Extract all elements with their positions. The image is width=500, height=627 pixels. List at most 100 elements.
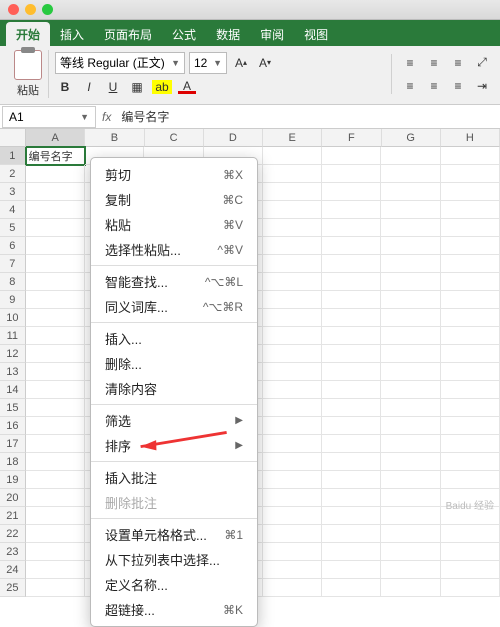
cell[interactable] (26, 435, 85, 453)
cell[interactable] (263, 291, 322, 309)
cell[interactable] (263, 399, 322, 417)
cell[interactable] (263, 273, 322, 291)
cell[interactable] (26, 327, 85, 345)
font-size-select[interactable]: 12▼ (189, 52, 227, 74)
cell[interactable] (381, 201, 440, 219)
cell[interactable] (322, 381, 381, 399)
row-header[interactable]: 11 (0, 327, 26, 345)
cell[interactable] (381, 561, 440, 579)
fill-color-button[interactable]: ab (151, 77, 173, 97)
cell[interactable] (322, 237, 381, 255)
row-header[interactable]: 5 (0, 219, 26, 237)
cell[interactable] (381, 489, 440, 507)
menu-cut[interactable]: 剪切⌘X (91, 162, 257, 187)
cell[interactable] (322, 219, 381, 237)
cell[interactable] (263, 471, 322, 489)
cell[interactable] (263, 327, 322, 345)
row-header[interactable]: 24 (0, 561, 26, 579)
cell[interactable] (441, 417, 500, 435)
cell[interactable] (322, 273, 381, 291)
cell[interactable] (381, 525, 440, 543)
cell[interactable] (381, 507, 440, 525)
cell[interactable] (26, 309, 85, 327)
cell[interactable] (381, 291, 440, 309)
cell[interactable] (263, 255, 322, 273)
align-top-button[interactable]: ≡ (400, 53, 420, 73)
increase-font-button[interactable]: A▴ (231, 53, 251, 73)
cell[interactable] (26, 291, 85, 309)
tab-page-layout[interactable]: 页面布局 (94, 22, 162, 46)
cell[interactable] (26, 399, 85, 417)
cell[interactable] (381, 327, 440, 345)
menu-paste[interactable]: 粘贴⌘V (91, 212, 257, 237)
cell[interactable] (26, 507, 85, 525)
cell[interactable] (26, 273, 85, 291)
cell[interactable] (263, 543, 322, 561)
tab-home[interactable]: 开始 (6, 22, 50, 46)
cell[interactable] (26, 201, 85, 219)
cell[interactable] (322, 561, 381, 579)
column-header[interactable]: F (322, 129, 381, 147)
cell[interactable] (26, 237, 85, 255)
cell[interactable] (381, 309, 440, 327)
row-header[interactable]: 18 (0, 453, 26, 471)
menu-clear[interactable]: 清除内容 (91, 376, 257, 401)
cell[interactable] (441, 453, 500, 471)
cell[interactable] (26, 561, 85, 579)
font-name-select[interactable]: 等线 Regular (正文)▼ (55, 52, 185, 74)
cell[interactable] (322, 363, 381, 381)
cell[interactable] (441, 471, 500, 489)
cell[interactable] (441, 327, 500, 345)
row-header[interactable]: 7 (0, 255, 26, 273)
cell[interactable] (263, 417, 322, 435)
cell[interactable] (381, 399, 440, 417)
menu-delete[interactable]: 删除... (91, 351, 257, 376)
cell[interactable] (263, 183, 322, 201)
row-header[interactable]: 21 (0, 507, 26, 525)
row-header[interactable]: 16 (0, 417, 26, 435)
select-all-corner[interactable] (0, 129, 26, 147)
cell[interactable] (441, 291, 500, 309)
orientation-button[interactable]: ⤢ (472, 53, 492, 73)
align-bottom-button[interactable]: ≡ (448, 53, 468, 73)
column-header[interactable]: B (85, 129, 144, 147)
cell[interactable] (26, 471, 85, 489)
cell[interactable] (322, 399, 381, 417)
row-header[interactable]: 1 (0, 147, 26, 165)
cell[interactable] (322, 255, 381, 273)
row-header[interactable]: 14 (0, 381, 26, 399)
row-header[interactable]: 19 (0, 471, 26, 489)
row-header[interactable]: 10 (0, 309, 26, 327)
column-header[interactable]: D (204, 129, 263, 147)
cell[interactable] (26, 219, 85, 237)
formula-input[interactable]: 编号名字 (117, 108, 173, 125)
row-header[interactable]: 13 (0, 363, 26, 381)
cell[interactable] (26, 381, 85, 399)
cell[interactable] (26, 345, 85, 363)
menu-smart-lookup[interactable]: 智能查找...^⌥⌘L (91, 269, 257, 294)
align-center-button[interactable]: ≡ (424, 76, 444, 96)
column-header[interactable]: A (26, 129, 85, 147)
column-header[interactable]: G (382, 129, 441, 147)
row-header[interactable]: 22 (0, 525, 26, 543)
paste-button[interactable]: 粘贴 (17, 82, 39, 98)
cell[interactable] (381, 237, 440, 255)
cell[interactable] (26, 165, 85, 183)
cell[interactable] (441, 273, 500, 291)
cell[interactable] (322, 525, 381, 543)
cell[interactable] (263, 147, 322, 165)
cell[interactable] (322, 345, 381, 363)
cell[interactable] (381, 219, 440, 237)
cell[interactable] (322, 435, 381, 453)
menu-pick-from-list[interactable]: 从下拉列表中选择... (91, 547, 257, 572)
name-box[interactable]: A1▼ (2, 106, 96, 128)
row-header[interactable]: 2 (0, 165, 26, 183)
cell[interactable] (322, 579, 381, 597)
row-header[interactable]: 6 (0, 237, 26, 255)
cell[interactable] (263, 525, 322, 543)
cell[interactable] (441, 435, 500, 453)
cell[interactable] (322, 507, 381, 525)
row-header[interactable]: 12 (0, 345, 26, 363)
row-header[interactable]: 4 (0, 201, 26, 219)
row-header[interactable]: 20 (0, 489, 26, 507)
